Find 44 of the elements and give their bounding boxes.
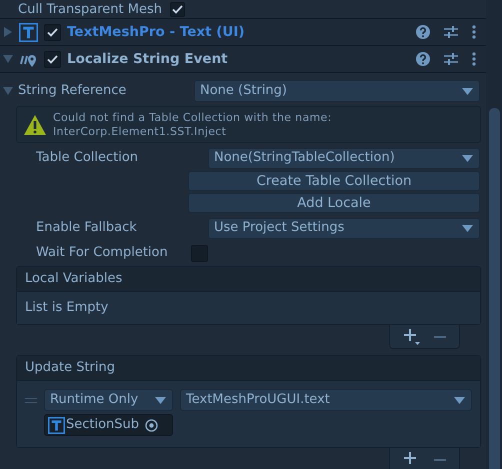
dropdown-caret-icon xyxy=(462,154,473,162)
dropdown[interactable]: None (String) xyxy=(194,80,480,102)
dropdown-caret-icon xyxy=(155,396,166,404)
checkbox[interactable] xyxy=(170,2,185,16)
dropdown-caret-icon xyxy=(462,224,473,232)
sliders-icon[interactable] xyxy=(444,52,458,66)
component-title: TextMeshPro - Text (UI) xyxy=(67,22,245,42)
checkbox[interactable] xyxy=(44,50,61,68)
object-picker-icon[interactable] xyxy=(145,418,158,432)
help-icon[interactable] xyxy=(416,52,430,66)
action-button[interactable]: Add Locale xyxy=(188,193,480,213)
add-dropdown-icon[interactable] xyxy=(404,328,420,344)
warning-icon xyxy=(23,114,47,136)
checkbox[interactable] xyxy=(44,24,61,40)
letter-t-icon xyxy=(48,416,65,434)
checkmark-icon xyxy=(47,54,58,64)
letter-t-icon xyxy=(19,22,38,42)
warning-text: Could not find a Table Collection with the name: InterCorp.Element1.SST.Inject xyxy=(53,110,332,138)
dropdown-caret-icon xyxy=(454,396,465,404)
field-label: String Reference xyxy=(18,82,128,100)
drag-handle-icon[interactable] xyxy=(25,398,37,402)
scrollbar-thumb[interactable] xyxy=(489,108,500,469)
dropdown[interactable]: Runtime Only xyxy=(44,389,173,411)
checkmark-icon xyxy=(172,4,183,14)
field-label: Enable Fallback xyxy=(36,219,138,238)
dropdown[interactable]: Use Project Settings xyxy=(208,218,480,238)
dropdown[interactable]: None(StringTableCollection) xyxy=(208,148,480,168)
checkbox[interactable] xyxy=(191,244,208,262)
help-icon[interactable] xyxy=(416,25,430,39)
list-title: Update String xyxy=(25,359,116,378)
action-button[interactable]: Create Table Collection xyxy=(188,171,480,191)
kebab-menu-icon[interactable] xyxy=(472,25,476,39)
field-label: Wait For Completion xyxy=(36,244,169,262)
object-field[interactable]: SectionSub xyxy=(44,414,173,436)
list-title: Local Variables xyxy=(25,270,122,288)
empty-list-text: List is Empty xyxy=(25,300,108,315)
dropdown[interactable]: TextMeshProUGUI.text xyxy=(180,389,472,411)
dropdown-caret-icon xyxy=(462,88,473,94)
kebab-menu-icon[interactable] xyxy=(472,52,476,66)
sliders-icon[interactable] xyxy=(444,25,458,39)
field-label: Cull Transparent Mesh xyxy=(18,2,162,16)
checkmark-icon xyxy=(47,28,58,36)
field-label: Table Collection xyxy=(36,149,140,168)
component-title: Localize String Event xyxy=(67,50,228,69)
